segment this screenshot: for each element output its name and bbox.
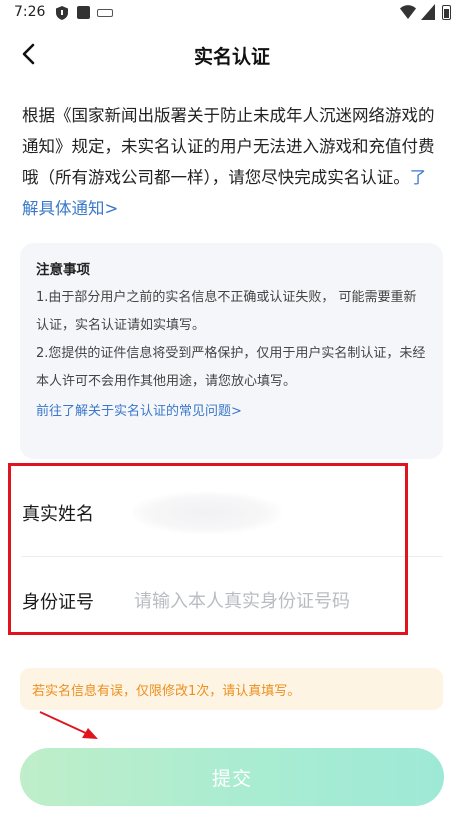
notice-item-1: 1.由于部分用户之前的实名信息不正确或认证失败， 可能需要重新认证，实名认证请如… [36,290,417,333]
intro-paragraph: 根据《国家新闻出版署关于防止未成年人沉迷网络游戏的通知》规定，未实名认证的用户无… [22,100,442,224]
notice-item-2: 2.您提供的证件信息将受到严格保护，仅用于用户实名制认证，未经本人许可不会用作其… [36,346,426,389]
faq-link[interactable]: 前往了解关于实名认证的常见问题> [36,397,427,427]
page-title: 实名认证 [193,46,270,68]
battery-icon [442,5,451,20]
keyboard-icon [97,9,113,17]
signal-icon [421,4,435,20]
status-bar: 7:26 [0,0,464,28]
notice-card: 注意事项 1.由于部分用户之前的实名信息不正确或认证失败， 可能需要重新认证，实… [20,243,443,459]
wifi-icon [400,5,416,19]
intro-text: 根据《国家新闻出版署关于防止未成年人沉迷网络游戏的通知》规定，未实名认证的用户无… [22,106,435,187]
status-time: 7:26 [14,4,46,20]
notice-title: 注意事项 [36,262,90,278]
annotation-arrow-icon [39,711,98,739]
submit-button[interactable]: 提交 [20,748,444,806]
warning-banner: 若实名信息有误，仅限修改1次，请认真填写。 [20,668,443,710]
header-bar: 实名认证 [0,30,464,78]
warning-text: 若实名信息有误，仅限修改1次，请认真填写。 [32,683,301,699]
square-icon [77,6,90,19]
submit-label: 提交 [211,767,252,790]
shield-icon [56,6,68,20]
annotation-highlight-box [8,463,408,635]
